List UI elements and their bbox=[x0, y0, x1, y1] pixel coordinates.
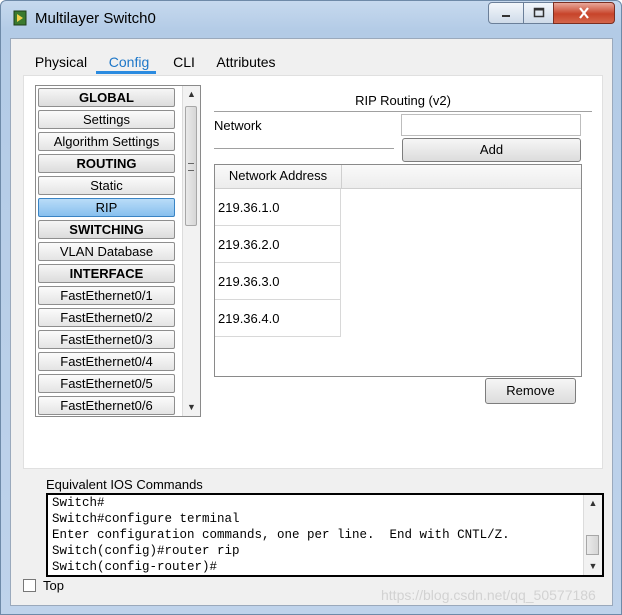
active-tab-indicator bbox=[96, 71, 156, 74]
table-header-filler bbox=[342, 165, 581, 189]
multilayer-switch-icon bbox=[13, 10, 27, 26]
close-icon bbox=[579, 7, 589, 19]
maximize-icon bbox=[533, 7, 544, 18]
network-label: Network bbox=[214, 118, 262, 133]
nav-scrollbar[interactable]: ▲ ▼ bbox=[182, 86, 200, 416]
nav-item-static[interactable]: Static bbox=[38, 176, 175, 195]
add-button[interactable]: Add bbox=[402, 138, 581, 162]
nav-item-rip[interactable]: RIP bbox=[38, 198, 175, 217]
divider bbox=[214, 148, 394, 149]
ios-line: Switch#configure terminal bbox=[52, 512, 240, 526]
ios-commands-label: Equivalent IOS Commands bbox=[46, 477, 203, 492]
tab-attributes[interactable]: Attributes bbox=[211, 51, 281, 75]
nav-item-settings[interactable]: Settings bbox=[38, 110, 175, 129]
network-address-table: Network Address 219.36.1.0 219.36.2.0 219.… bbox=[214, 164, 582, 377]
maximize-button[interactable] bbox=[523, 2, 554, 24]
close-button[interactable] bbox=[553, 2, 615, 24]
nav-item-fastethernet0-3[interactable]: FastEthernet0/3 bbox=[38, 330, 175, 349]
ios-line: Switch(config)#router rip bbox=[52, 544, 240, 558]
nav-item-algorithm-settings[interactable]: Algorithm Settings bbox=[38, 132, 175, 151]
config-nav: GLOBAL Settings Algorithm Settings ROUTING S… bbox=[35, 85, 201, 417]
ios-scrollbar[interactable]: ▲ ▼ bbox=[583, 495, 602, 575]
window-title: Multilayer Switch0 bbox=[35, 10, 156, 27]
remove-button[interactable]: Remove bbox=[485, 378, 576, 404]
network-address-header: Network Address bbox=[215, 165, 342, 189]
ios-commands-text: Switch# Switch#configure terminal Enter co… bbox=[52, 495, 582, 575]
top-label: Top bbox=[43, 578, 64, 593]
minimize-icon bbox=[502, 15, 510, 17]
divider bbox=[214, 111, 592, 112]
application-window: Multilayer Switch0 Physical Config CLI A… bbox=[0, 0, 622, 615]
ios-line: Switch# bbox=[52, 496, 105, 510]
config-panel: GLOBAL Settings Algorithm Settings ROUTING S… bbox=[23, 75, 604, 577]
table-row[interactable]: 219.36.1.0 bbox=[215, 189, 341, 226]
nav-item-global[interactable]: GLOBAL bbox=[38, 88, 175, 107]
nav-item-vlan-database[interactable]: VLAN Database bbox=[38, 242, 175, 261]
watermark: https://blog.csdn.net/qq_50577186 bbox=[381, 587, 596, 603]
nav-item-fastethernet0-6[interactable]: FastEthernet0/6 bbox=[38, 396, 175, 415]
ios-line: Enter configuration commands, one per li… bbox=[52, 528, 510, 542]
scroll-up-arrow-icon[interactable]: ▲ bbox=[584, 495, 602, 512]
table-row[interactable]: 219.36.4.0 bbox=[215, 300, 341, 337]
scroll-up-arrow-icon[interactable]: ▲ bbox=[183, 86, 200, 103]
nav-item-fastethernet0-5[interactable]: FastEthernet0/5 bbox=[38, 374, 175, 393]
grip-icon bbox=[188, 163, 194, 171]
nav-item-switching[interactable]: SWITCHING bbox=[38, 220, 175, 239]
top-checkbox[interactable] bbox=[23, 579, 36, 592]
nav-item-fastethernet0-4[interactable]: FastEthernet0/4 bbox=[38, 352, 175, 371]
ios-line: Switch(config-router)# bbox=[52, 560, 218, 574]
title-bar[interactable]: Multilayer Switch0 bbox=[1, 1, 621, 35]
nav-item-routing[interactable]: ROUTING bbox=[38, 154, 175, 173]
tab-cli[interactable]: CLI bbox=[169, 51, 199, 75]
ios-commands-box[interactable]: Switch# Switch#configure terminal Enter co… bbox=[46, 493, 604, 577]
nav-item-fastethernet0-1[interactable]: FastEthernet0/1 bbox=[38, 286, 175, 305]
scroll-thumb[interactable] bbox=[185, 106, 197, 226]
scroll-down-arrow-icon[interactable]: ▼ bbox=[584, 558, 602, 575]
table-row[interactable]: 219.36.3.0 bbox=[215, 263, 341, 300]
config-nav-list: GLOBAL Settings Algorithm Settings ROUTING S… bbox=[36, 86, 182, 416]
nav-item-fastethernet0-2[interactable]: FastEthernet0/2 bbox=[38, 308, 175, 327]
scroll-thumb[interactable] bbox=[586, 535, 599, 555]
nav-item-interface[interactable]: INTERFACE bbox=[38, 264, 175, 283]
client-area: Physical Config CLI Attributes GLOBAL Set… bbox=[10, 38, 613, 606]
table-row[interactable]: 219.36.2.0 bbox=[215, 226, 341, 263]
network-input[interactable] bbox=[401, 114, 581, 136]
minimize-button[interactable] bbox=[488, 2, 524, 24]
tab-physical[interactable]: Physical bbox=[33, 51, 89, 75]
rip-routing-title: RIP Routing (v2) bbox=[355, 93, 451, 108]
scroll-down-arrow-icon[interactable]: ▼ bbox=[183, 399, 200, 416]
